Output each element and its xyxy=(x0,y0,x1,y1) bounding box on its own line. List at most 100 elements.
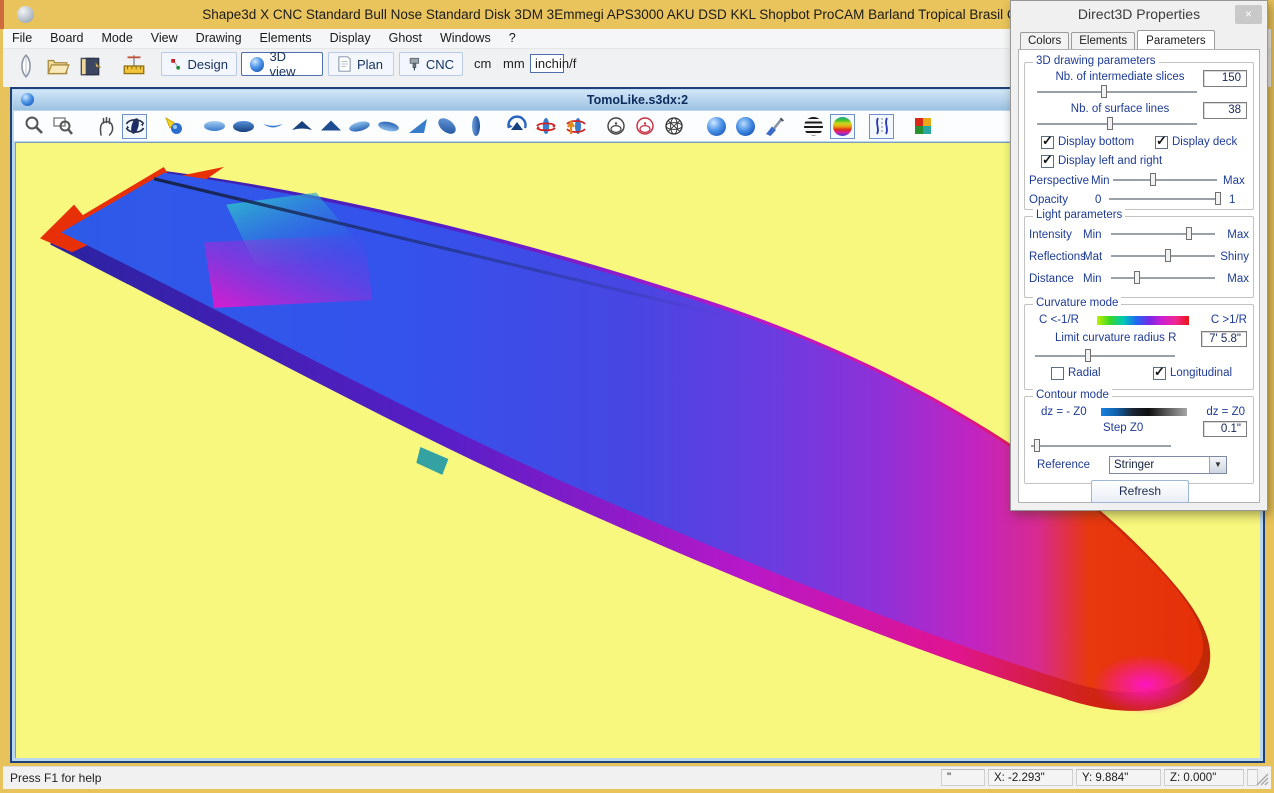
view3d-label: 3D view xyxy=(269,49,314,79)
rotate-glyph xyxy=(124,115,146,137)
step-z0-label: Step Z0 xyxy=(1103,422,1143,434)
unit-inf[interactable]: in/f xyxy=(559,56,576,71)
striped-sphere-glyph xyxy=(804,117,823,136)
display-deck-checkbox[interactable] xyxy=(1155,136,1168,149)
mesh-sphere-icon[interactable] xyxy=(661,114,686,139)
surface-lines-value[interactable]: 38 xyxy=(1203,102,1247,119)
refresh-button[interactable]: Refresh xyxy=(1091,480,1189,503)
curvature-radius-slider[interactable] xyxy=(1035,349,1175,362)
surface-lines-slider[interactable] xyxy=(1037,117,1197,130)
menu-board[interactable]: Board xyxy=(41,29,92,45)
resize-grip-icon[interactable] xyxy=(1256,773,1269,786)
menu-ghost[interactable]: Ghost xyxy=(380,29,431,45)
dimensions-button[interactable] xyxy=(121,53,147,77)
perspective-1-icon[interactable] xyxy=(347,114,372,139)
menu-help[interactable]: ? xyxy=(500,29,525,45)
chevron-down-icon[interactable]: ▼ xyxy=(1209,457,1226,473)
flip-board-glyph xyxy=(564,115,586,137)
design-mode-button[interactable]: Design xyxy=(161,52,237,76)
close-icon[interactable]: × xyxy=(1235,5,1262,24)
menu-windows[interactable]: Windows xyxy=(431,29,500,45)
longitudinal-checkbox[interactable] xyxy=(1153,367,1166,380)
cnc-mode-button[interactable]: CNC xyxy=(399,52,463,76)
intensity-min-label: Min xyxy=(1083,229,1102,241)
opacity-slider[interactable] xyxy=(1109,192,1221,205)
step-z0-value[interactable]: 0.1" xyxy=(1203,421,1247,437)
curvature-radius-label: Limit curvature radius R xyxy=(1055,332,1176,344)
rotate-view-icon[interactable] xyxy=(504,114,529,139)
display-leftright-checkbox[interactable] xyxy=(1041,155,1054,168)
slices-glyph xyxy=(871,115,893,137)
pan-hand-icon[interactable] xyxy=(93,114,118,139)
rotate-icon[interactable] xyxy=(122,114,147,139)
intensity-slider[interactable] xyxy=(1111,227,1215,240)
side-view-glyph xyxy=(472,116,480,136)
contour-group-title: Contour mode xyxy=(1033,389,1112,401)
distance-slider[interactable] xyxy=(1111,271,1215,284)
step-z0-slider[interactable] xyxy=(1031,439,1171,452)
solid-sphere-icon[interactable] xyxy=(704,114,729,139)
tab-elements[interactable]: Elements xyxy=(1071,32,1135,49)
side-view-icon[interactable] xyxy=(463,114,488,139)
light-icon[interactable] xyxy=(161,114,186,139)
menu-elements[interactable]: Elements xyxy=(251,29,321,45)
contour-right-label: dz = Z0 xyxy=(1206,406,1245,418)
curvature-radius-value[interactable]: 7' 5.8" xyxy=(1201,331,1247,347)
contour-left-label: dz = - Z0 xyxy=(1041,406,1087,418)
top-view-icon[interactable] xyxy=(202,114,227,139)
unit-cm[interactable]: cm xyxy=(474,56,491,71)
rotate-view-glyph xyxy=(506,115,528,137)
radial-checkbox[interactable] xyxy=(1051,367,1064,380)
curvature-scale-bar xyxy=(1097,316,1189,325)
perspective-min-label: Min xyxy=(1091,175,1110,187)
solid-sphere-alt-icon[interactable] xyxy=(733,114,758,139)
rotate-axis-icon[interactable] xyxy=(533,114,558,139)
wireframe-sphere-icon[interactable] xyxy=(603,114,628,139)
tab-parameters[interactable]: Parameters xyxy=(1137,30,1214,50)
paint-icon[interactable] xyxy=(762,114,787,139)
menu-file[interactable]: File xyxy=(3,29,41,45)
nose-view-icon[interactable] xyxy=(289,114,314,139)
slices-slider[interactable] xyxy=(1037,85,1197,98)
tail-view-icon[interactable] xyxy=(318,114,343,139)
radial-label: Radial xyxy=(1068,367,1101,379)
unit-mm[interactable]: mm xyxy=(503,56,525,71)
striped-sphere-icon[interactable] xyxy=(801,114,826,139)
menu-drawing[interactable]: Drawing xyxy=(187,29,251,45)
status-x-coordinate: X: -2.293" xyxy=(988,769,1073,786)
rocker-view-icon[interactable] xyxy=(260,114,285,139)
menu-mode[interactable]: Mode xyxy=(93,29,142,45)
status-z-coordinate: Z: 0.000" xyxy=(1164,769,1244,786)
distance-min-label: Min xyxy=(1083,273,1102,285)
slices-icon[interactable] xyxy=(869,114,894,139)
new-board-button[interactable] xyxy=(13,53,39,77)
wireframe-sphere-red-icon[interactable] xyxy=(632,114,657,139)
tab-colors[interactable]: Colors xyxy=(1020,32,1069,49)
menu-display[interactable]: Display xyxy=(321,29,380,45)
bottom-view-icon[interactable] xyxy=(231,114,256,139)
open-button[interactable] xyxy=(45,53,71,77)
design-label: Design xyxy=(188,57,228,72)
view3d-mode-button[interactable]: 3D view xyxy=(241,52,323,76)
menu-view[interactable]: View xyxy=(142,29,187,45)
palette-squares-icon[interactable] xyxy=(910,114,935,139)
bottom-view-glyph xyxy=(233,121,254,132)
perspective-slider[interactable] xyxy=(1113,173,1217,186)
perspective-4-icon[interactable] xyxy=(434,114,459,139)
flip-board-icon[interactable] xyxy=(562,114,587,139)
zoom-icon[interactable] xyxy=(21,114,46,139)
plan-mode-button[interactable]: Plan xyxy=(328,52,394,76)
display-bottom-checkbox[interactable] xyxy=(1041,136,1054,149)
reference-dropdown[interactable]: Stringer ▼ xyxy=(1109,456,1227,474)
curvature-sphere-icon[interactable] xyxy=(830,114,855,139)
slices-value[interactable]: 150 xyxy=(1203,70,1247,87)
zoom-window-icon[interactable] xyxy=(50,114,75,139)
perspective-2-icon[interactable] xyxy=(376,114,401,139)
opacity-max-label: 1 xyxy=(1229,194,1235,206)
reflections-max-label: Shiny xyxy=(1220,251,1249,263)
save-button[interactable] xyxy=(77,53,103,77)
perspective-3-icon[interactable] xyxy=(405,114,430,139)
pan-hand-glyph xyxy=(95,115,117,137)
reflections-slider[interactable] xyxy=(1111,249,1215,262)
rocker-glyph xyxy=(262,115,284,137)
